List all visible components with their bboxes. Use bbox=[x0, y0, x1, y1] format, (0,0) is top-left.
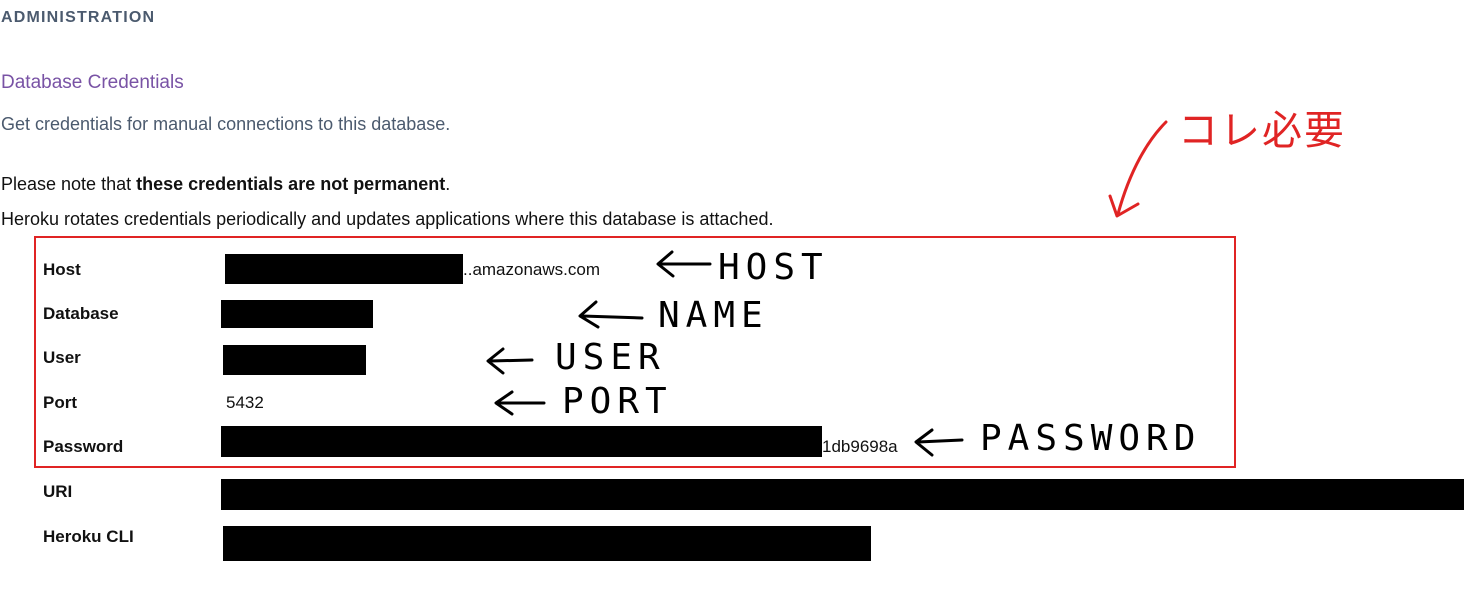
host-arrow-icon bbox=[656, 250, 712, 278]
password-arrow-icon bbox=[914, 428, 964, 457]
annotation-port: PORT bbox=[562, 381, 673, 422]
annotation-password: PASSWORD bbox=[980, 418, 1202, 459]
annotation-name: NAME bbox=[658, 295, 769, 336]
name-arrow-icon bbox=[578, 300, 644, 329]
annotation-host: HOST bbox=[718, 247, 829, 288]
annotation-required-note: コレ必要 bbox=[1178, 108, 1346, 154]
port-arrow-icon bbox=[494, 390, 546, 416]
user-arrow-icon bbox=[486, 347, 534, 375]
required-arrow-icon bbox=[1108, 120, 1168, 218]
annotation-user: USER bbox=[555, 337, 666, 378]
